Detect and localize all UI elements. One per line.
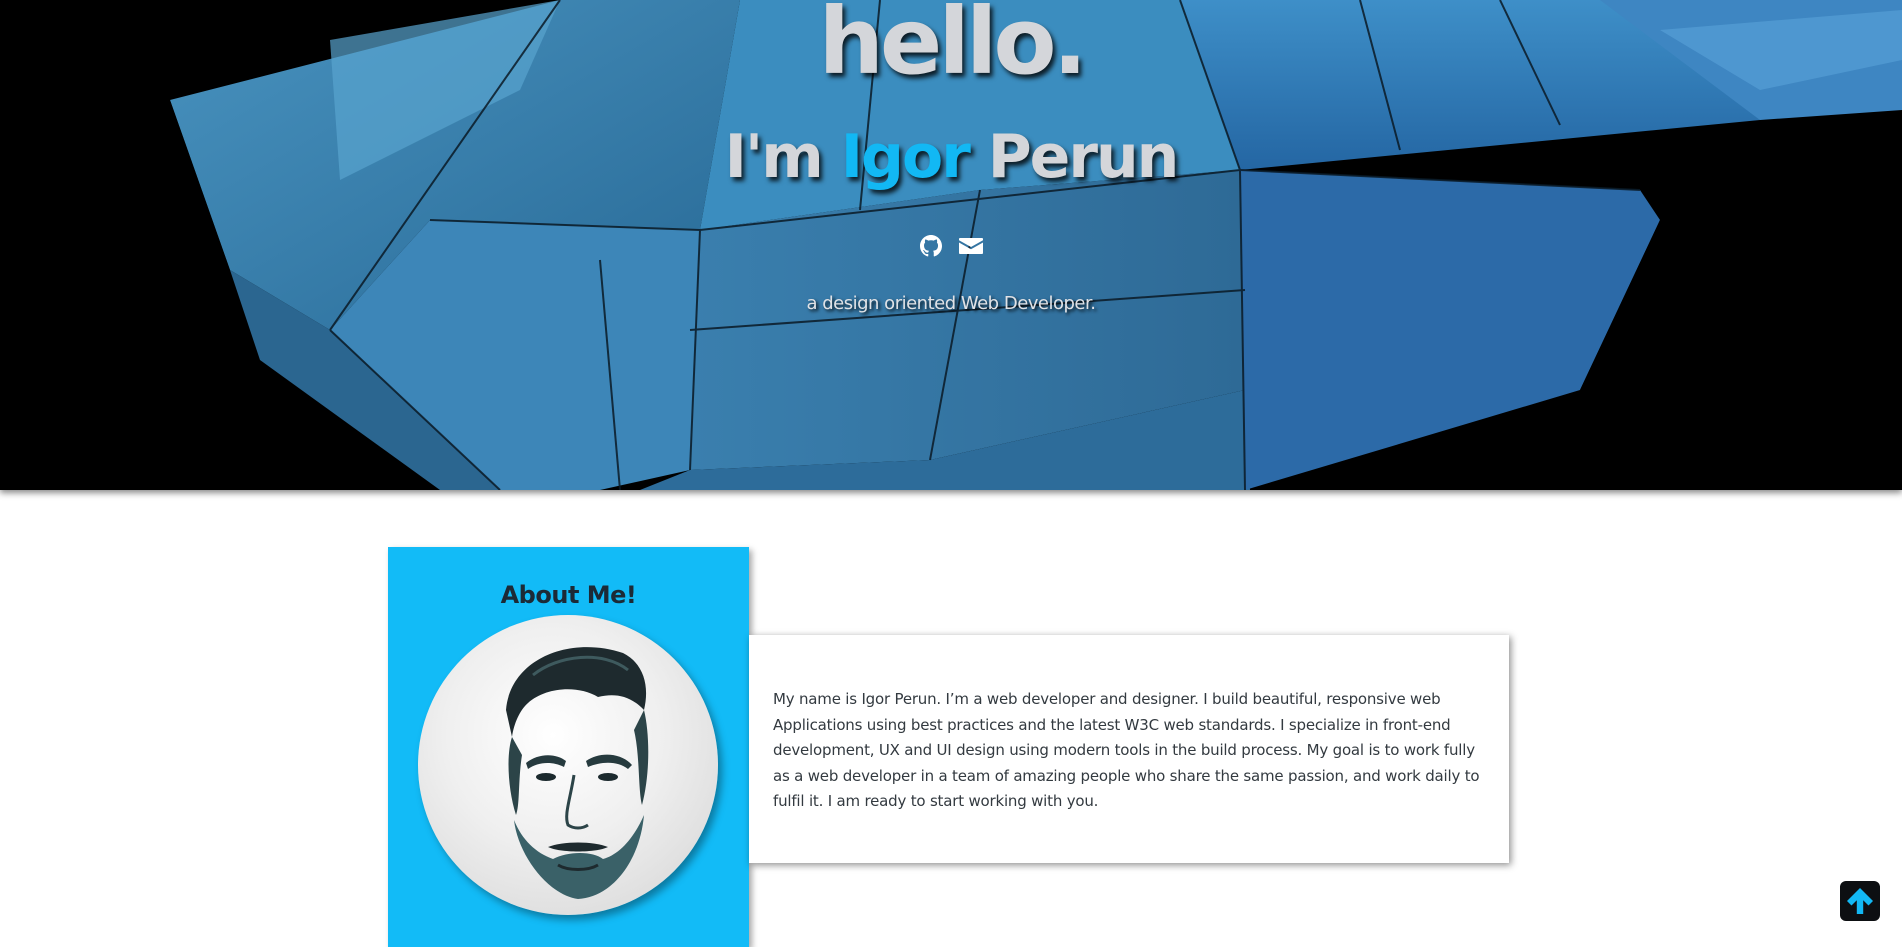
bio-box: My name is Igor Perun. I’m a web develop… [749,635,1509,863]
back-to-top-button[interactable] [1840,881,1880,921]
about-card: About Me! [388,547,749,947]
avatar-portrait [506,647,649,899]
github-icon [920,235,942,257]
envelope-icon [959,238,983,254]
arrow-up-icon [1847,888,1873,914]
bio-text: My name is Igor Perun. I’m a web develop… [773,690,1480,810]
about-title: About Me! [500,581,637,609]
email-link[interactable] [957,232,985,260]
hero-greeting: hello. [818,0,1087,95]
hero-name: I'm Igor Perun [0,122,1902,192]
name-first: Igor [840,122,971,192]
name-last: Perun [968,122,1180,192]
github-link[interactable] [917,232,945,260]
avatar [418,615,718,915]
hero-section: hello. I'm Igor Perun a design oriented … [0,0,1902,490]
hero-tagline: a design oriented Web Developer. [806,293,1096,314]
social-links [0,232,1902,260]
name-prefix: I'm [724,122,841,192]
